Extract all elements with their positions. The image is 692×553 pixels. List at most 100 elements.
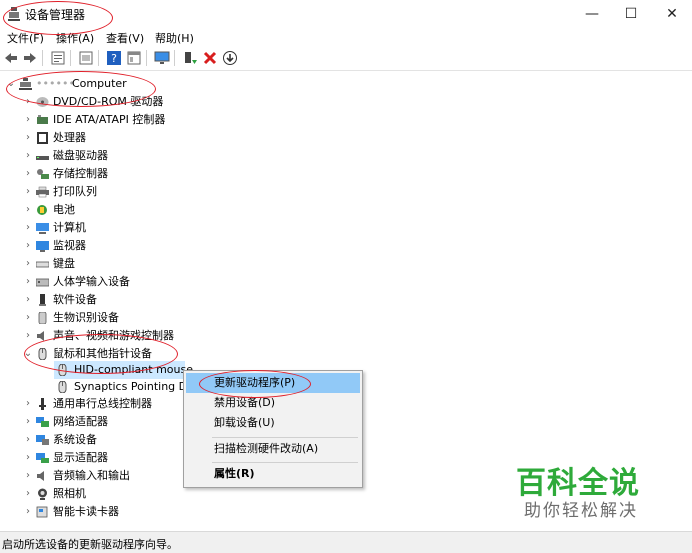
status-text: 启动所选设备的更新驱动程序向导。 xyxy=(2,538,178,551)
chevron-right-icon[interactable]: › xyxy=(23,309,33,327)
menu-view[interactable]: 查看(V) xyxy=(106,30,144,46)
chevron-right-icon[interactable]: › xyxy=(23,413,33,431)
audio-io-icon xyxy=(37,471,44,481)
tree-item-computer[interactable]: › 计算机 xyxy=(23,219,263,237)
hid-icon xyxy=(36,278,49,287)
device-list-icon[interactable] xyxy=(78,50,94,66)
tree-item-label: 网络适配器 xyxy=(53,415,108,428)
tree-item-label: 打印队列 xyxy=(53,185,97,198)
tree-item-label: 系统设备 xyxy=(53,433,97,446)
tree-item-label: IDE ATA/ATAPI 控制器 xyxy=(53,113,166,126)
minimize-button[interactable]: — xyxy=(572,0,612,28)
view-icon[interactable] xyxy=(126,50,142,66)
chevron-right-icon[interactable]: › xyxy=(23,273,33,291)
tree-item-battery[interactable]: › 电池 xyxy=(23,201,263,219)
help-icon[interactable]: ? xyxy=(106,50,122,66)
menu-item-label: 扫描检测硬件改动(A) xyxy=(214,442,319,455)
chevron-right-icon[interactable]: › xyxy=(23,327,33,345)
chevron-right-icon[interactable]: › xyxy=(23,255,33,273)
processor-icon xyxy=(37,132,48,144)
chevron-right-icon[interactable]: › xyxy=(23,449,33,467)
update-driver-icon[interactable] xyxy=(182,50,198,66)
tree-item-label: 照相机 xyxy=(53,487,86,500)
monitor-icon xyxy=(36,241,49,252)
tree-item-ide[interactable]: › IDE ATA/ATAPI 控制器 xyxy=(23,111,263,129)
vertical-scrollbar[interactable] xyxy=(682,71,692,531)
chevron-right-icon[interactable]: › xyxy=(23,395,33,413)
system-device-icon xyxy=(36,435,49,445)
toolbar-separator xyxy=(146,50,147,66)
chevron-right-icon[interactable]: › xyxy=(23,219,33,237)
smartcard-reader-icon xyxy=(36,506,48,518)
battery-icon xyxy=(37,205,47,215)
disk-drive-icon xyxy=(36,156,49,160)
menu-help[interactable]: 帮助(H) xyxy=(155,30,194,46)
tree-item-storage[interactable]: › 存储控制器 xyxy=(23,165,263,183)
tree-item-label: 音频输入和输出 xyxy=(53,469,130,482)
back-arrow-icon[interactable] xyxy=(3,50,19,66)
menu-separator xyxy=(212,437,358,438)
menu-separator xyxy=(212,462,358,463)
biometric-icon xyxy=(38,312,47,324)
tree-item-label: 人体学输入设备 xyxy=(53,275,130,288)
tree-item-label: 通用串行总线控制器 xyxy=(53,397,152,410)
chevron-right-icon[interactable]: › xyxy=(23,291,33,309)
tree-item-processor[interactable]: › 处理器 xyxy=(23,129,263,147)
tree-item-keyboard[interactable]: › 键盘 xyxy=(23,255,263,273)
tree-item-hid[interactable]: › 人体学输入设备 xyxy=(23,273,263,291)
chevron-right-icon[interactable]: › xyxy=(23,237,33,255)
mouse-icon xyxy=(58,381,67,393)
svg-text:?: ? xyxy=(111,52,117,65)
menu-bar: 文件(F) 操作(A) 查看(V) 帮助(H) xyxy=(0,28,692,46)
tree-item-printqueue[interactable]: › 打印队列 xyxy=(23,183,263,201)
toolbar: ? xyxy=(0,46,692,71)
monitor-icon[interactable] xyxy=(154,50,170,66)
display-adapter-icon xyxy=(36,453,49,463)
properties-icon[interactable] xyxy=(50,50,66,66)
chevron-right-icon[interactable]: › xyxy=(23,503,33,521)
storage-controller-icon xyxy=(37,169,49,179)
maximize-button[interactable]: ☐ xyxy=(611,0,651,28)
annotation-ellipse-title xyxy=(3,1,113,35)
tree-item-biometric[interactable]: › 生物识别设备 xyxy=(23,309,263,327)
keyboard-icon xyxy=(36,261,49,268)
camera-icon xyxy=(38,488,47,500)
tree-item-label: 显示适配器 xyxy=(53,451,108,464)
computer-icon xyxy=(36,223,49,234)
tree-item-label: 电池 xyxy=(53,203,75,216)
tree-item-synaptics[interactable]: Synaptics Pointing De xyxy=(54,378,186,396)
download-icon[interactable] xyxy=(222,50,238,66)
annotation-ellipse-computer xyxy=(6,71,156,107)
tree-item-smartcard[interactable]: › 智能卡读卡器 xyxy=(23,503,263,521)
tree-item-label: 存储控制器 xyxy=(53,167,108,180)
printer-icon xyxy=(36,186,49,198)
tree-item-disk[interactable]: › 磁盘驱动器 xyxy=(23,147,263,165)
menu-item-label: 属性(R) xyxy=(214,467,255,480)
chevron-right-icon[interactable]: › xyxy=(23,129,33,147)
tree-item-label: Synaptics Pointing De xyxy=(74,380,186,393)
chevron-right-icon[interactable]: › xyxy=(23,183,33,201)
menu-scan-hardware[interactable]: 扫描检测硬件改动(A) xyxy=(186,439,360,459)
tree-item-label: 生物识别设备 xyxy=(53,311,119,324)
usb-icon xyxy=(39,398,46,410)
chevron-right-icon[interactable]: › xyxy=(23,467,33,485)
tree-item-monitor[interactable]: › 监视器 xyxy=(23,237,263,255)
chevron-right-icon[interactable]: › xyxy=(23,201,33,219)
chevron-right-icon[interactable]: › xyxy=(23,485,33,503)
chevron-right-icon[interactable]: › xyxy=(23,165,33,183)
uninstall-x-icon[interactable] xyxy=(202,50,218,66)
menu-properties[interactable]: 属性(R) xyxy=(186,464,360,484)
forward-arrow-icon[interactable] xyxy=(22,50,38,66)
menu-uninstall-device[interactable]: 卸载设备(U) xyxy=(186,413,360,433)
tree-item-label: 磁盘驱动器 xyxy=(53,149,108,162)
chevron-right-icon[interactable]: › xyxy=(23,431,33,449)
annotation-ellipse-update-driver xyxy=(199,370,311,398)
software-device-icon xyxy=(39,294,46,306)
close-button[interactable]: ✕ xyxy=(652,0,692,28)
tree-item-label: 键盘 xyxy=(53,257,75,270)
chevron-right-icon[interactable]: › xyxy=(23,111,33,129)
toolbar-separator xyxy=(42,50,43,66)
tree-item-software[interactable]: › 软件设备 xyxy=(23,291,263,309)
tree-item-label: 处理器 xyxy=(53,131,86,144)
chevron-right-icon[interactable]: › xyxy=(23,147,33,165)
